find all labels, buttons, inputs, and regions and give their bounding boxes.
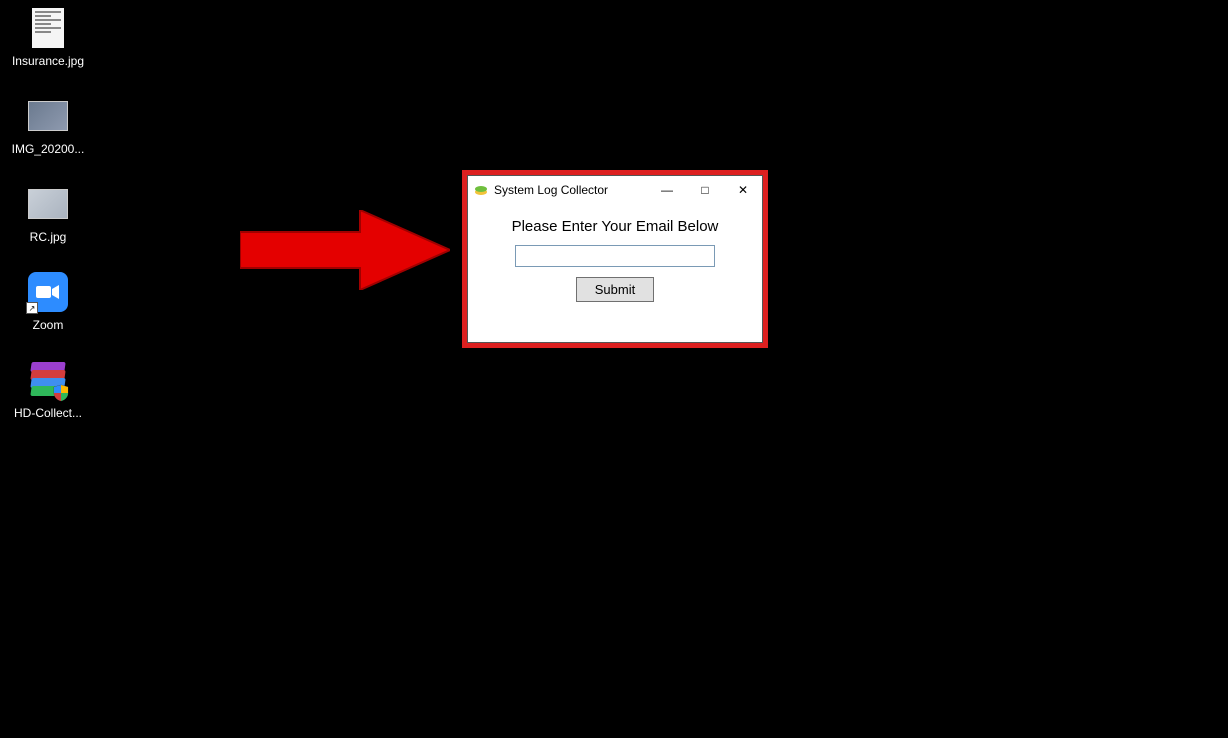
desktop-icon-label: Zoom <box>33 318 64 332</box>
desktop-icon-hdcollect[interactable]: HD-Collect... <box>8 360 88 420</box>
minimize-button[interactable]: — <box>648 176 686 204</box>
submit-button[interactable]: Submit <box>576 277 654 302</box>
file-image-icon <box>28 96 68 136</box>
email-input[interactable] <box>515 245 715 267</box>
red-arrow-annotation <box>240 210 450 290</box>
dialog-prompt: Please Enter Your Email Below <box>512 218 719 235</box>
zoom-app-icon: ↗ <box>28 272 68 312</box>
dialog-body: Please Enter Your Email Below Submit <box>468 204 762 342</box>
close-button[interactable]: ✕ <box>724 176 762 204</box>
desktop-icon-label: IMG_20200... <box>12 142 85 156</box>
system-log-collector-window: System Log Collector — □ ✕ Please Enter … <box>467 175 763 343</box>
archive-app-icon <box>28 360 68 400</box>
desktop-icon-label: HD-Collect... <box>14 406 82 420</box>
desktop-icon-zoom[interactable]: ↗ Zoom <box>8 272 88 332</box>
titlebar[interactable]: System Log Collector — □ ✕ <box>468 176 762 204</box>
dialog-highlight-frame: System Log Collector — □ ✕ Please Enter … <box>462 170 768 348</box>
desktop-icon-img[interactable]: IMG_20200... <box>8 96 88 156</box>
app-icon <box>474 183 488 197</box>
window-controls: — □ ✕ <box>648 176 762 204</box>
desktop-icon-label: RC.jpg <box>30 230 67 244</box>
file-image-icon <box>28 184 68 224</box>
maximize-button[interactable]: □ <box>686 176 724 204</box>
window-title: System Log Collector <box>494 183 648 197</box>
desktop-icons-column: Insurance.jpg IMG_20200... RC.jpg ↗ Zoom <box>8 8 88 420</box>
desktop-icon-rc[interactable]: RC.jpg <box>8 184 88 244</box>
desktop-icon-label: Insurance.jpg <box>12 54 84 68</box>
uac-shield-icon <box>52 384 70 402</box>
file-image-icon <box>28 8 68 48</box>
shortcut-overlay-icon: ↗ <box>26 302 38 314</box>
desktop-icon-insurance[interactable]: Insurance.jpg <box>8 8 88 68</box>
